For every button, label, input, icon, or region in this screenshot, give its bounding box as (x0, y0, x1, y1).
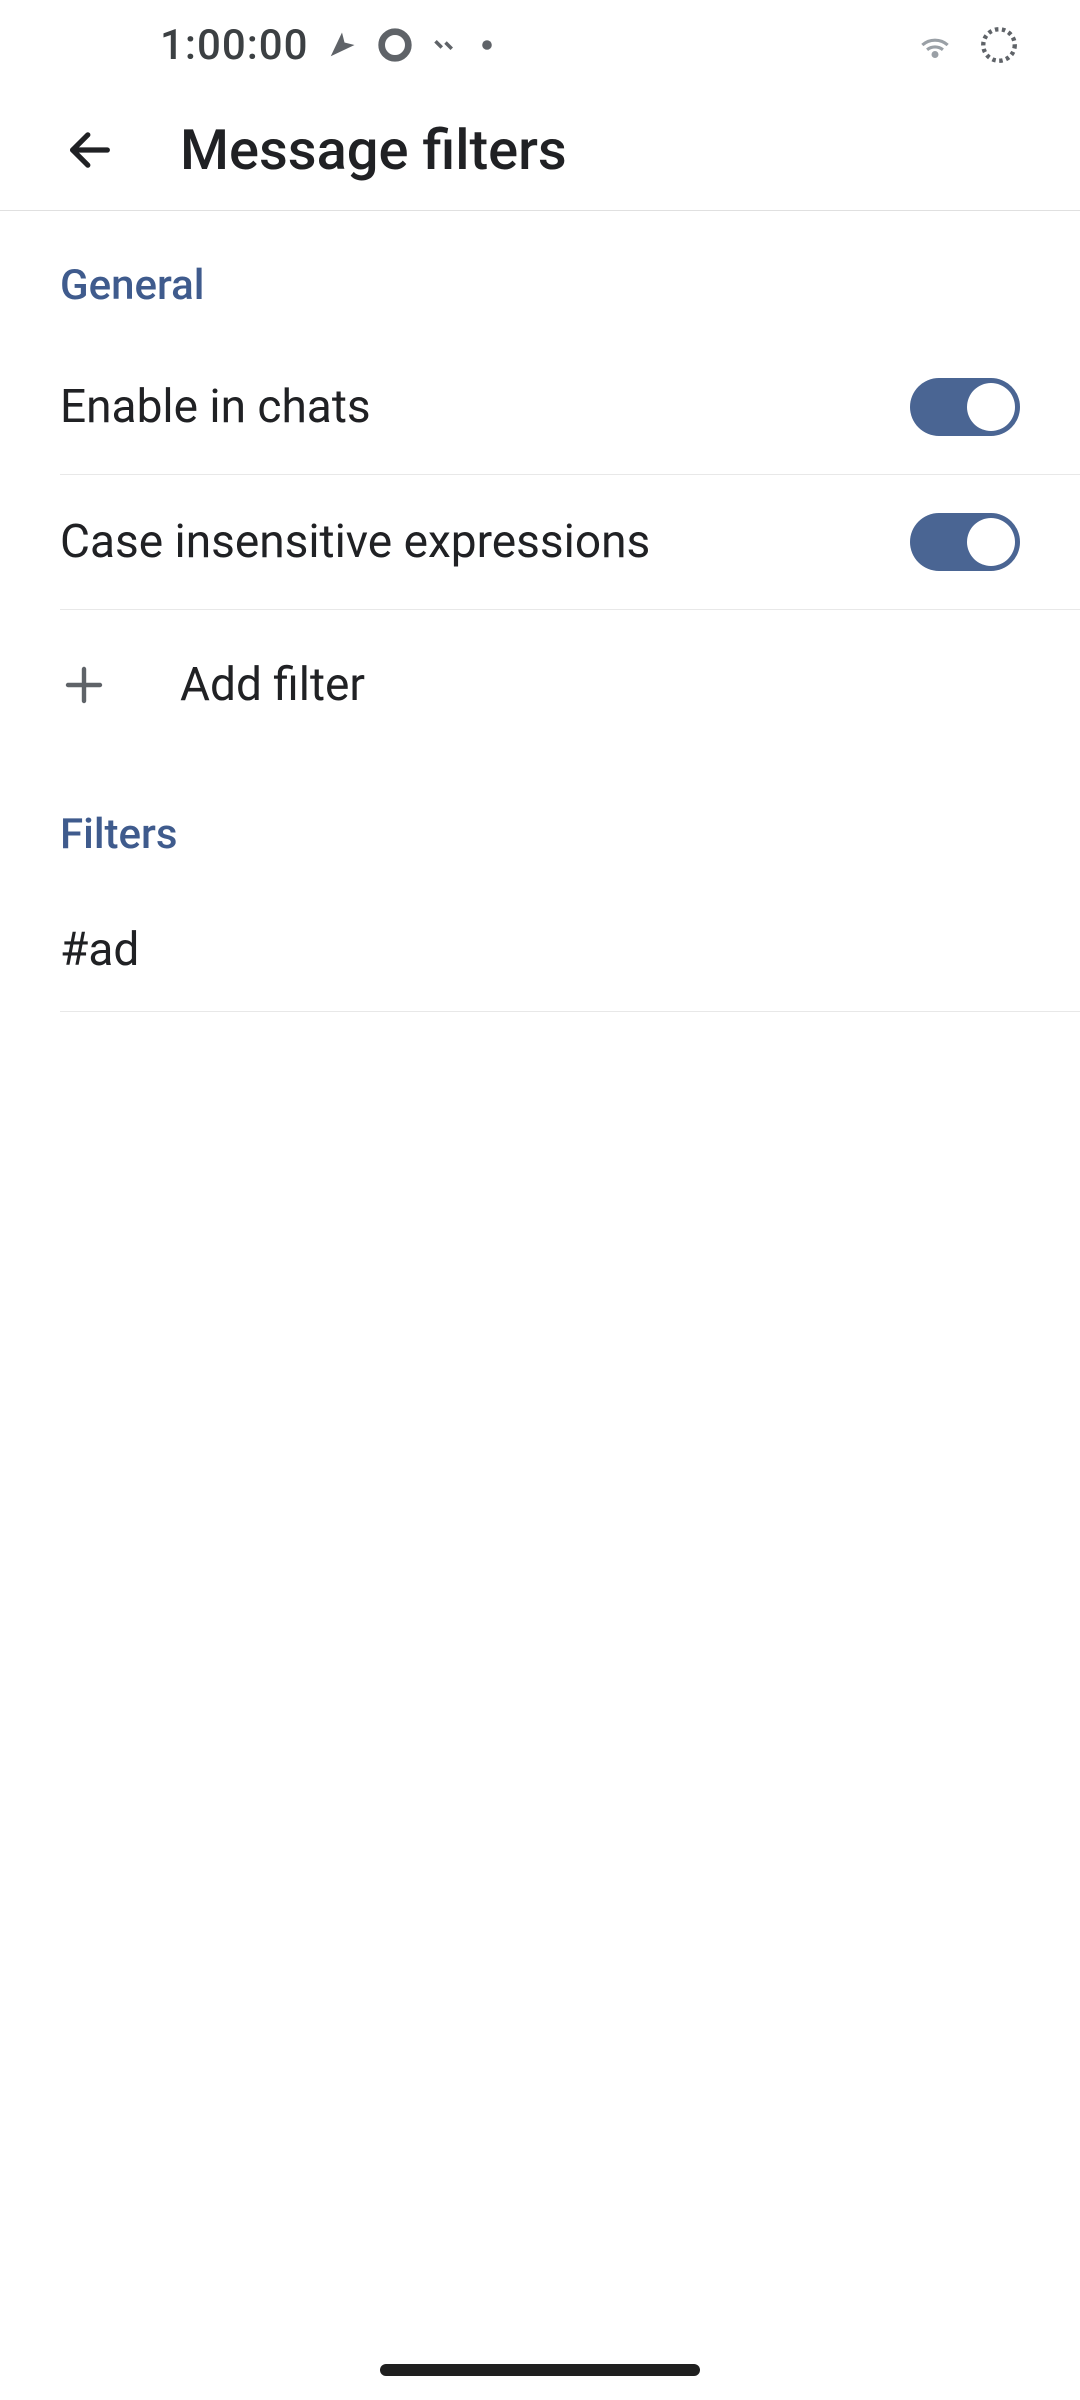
toggle-case-insensitive[interactable] (910, 513, 1020, 571)
section-header-general: General (0, 211, 1080, 340)
setting-case-insensitive[interactable]: Case insensitive expressions (60, 475, 1080, 610)
circle-icon (375, 25, 415, 65)
status-time: 1:00:00 (160, 21, 309, 70)
dot-icon (481, 39, 493, 51)
filter-item-label: #ad (60, 923, 139, 977)
navigation-handle[interactable] (380, 2364, 700, 2376)
content: General Enable in chats Case insensitive… (0, 211, 1080, 1012)
app-bar: Message filters (0, 90, 1080, 210)
location-icon (327, 30, 357, 60)
toggle-knob (967, 383, 1015, 431)
section-header-filters: Filters (0, 760, 1080, 889)
auto-rotate-icon (433, 30, 463, 60)
back-button[interactable] (60, 120, 120, 180)
status-bar: 1:00:00 (0, 0, 1080, 90)
status-left: 1:00:00 (160, 21, 493, 70)
filter-list-item[interactable]: #ad (60, 889, 1080, 1012)
add-filter-label: Add filter (180, 658, 365, 712)
status-right (916, 24, 1020, 66)
toggle-knob (967, 518, 1015, 566)
arrow-left-icon (64, 124, 116, 176)
setting-label: Enable in chats (60, 380, 371, 434)
toggle-enable-in-chats[interactable] (910, 378, 1020, 436)
add-filter-button[interactable]: Add filter (0, 610, 1080, 760)
page-title: Message filters (180, 117, 567, 183)
setting-enable-in-chats[interactable]: Enable in chats (60, 340, 1080, 475)
setting-label: Case insensitive expressions (60, 515, 650, 569)
plus-icon (60, 661, 108, 709)
loading-ring-icon (978, 24, 1020, 66)
wifi-icon (916, 26, 954, 64)
